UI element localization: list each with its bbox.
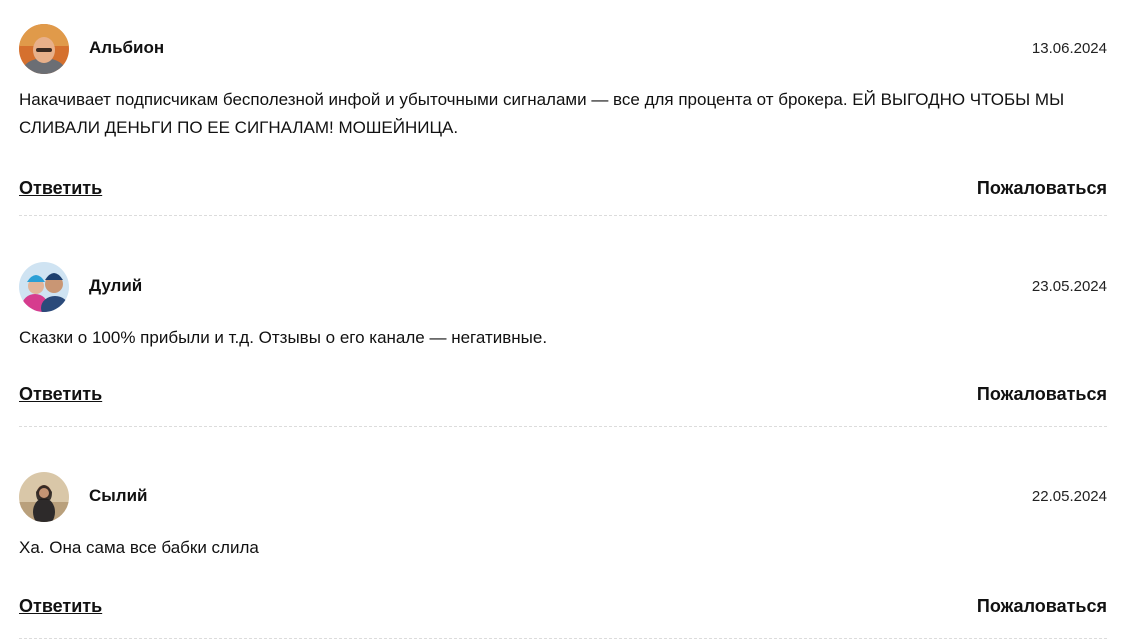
comment-actions: Ответить Пожаловаться <box>19 384 1107 408</box>
comment-actions: Ответить Пожаловаться <box>19 596 1107 620</box>
comment-header: Сылий 22.05.2024 <box>19 472 1107 522</box>
comment-divider <box>19 638 1107 639</box>
comment-text: Ха. Она сама все бабки слила <box>19 538 259 557</box>
comment-text: Сказки о 100% прибыли и т.д. Отзывы о ег… <box>19 328 548 347</box>
report-link[interactable]: Пожаловаться <box>977 178 1107 199</box>
comment-header: Дулий 23.05.2024 <box>19 262 1107 312</box>
comment-divider <box>19 215 1107 216</box>
comment-divider <box>19 426 1107 427</box>
comments-list: Альбион 13.06.2024 Накачивает подписчика… <box>0 0 1131 644</box>
comment-item: Альбион 13.06.2024 Накачивает подписчика… <box>19 24 1107 216</box>
report-link[interactable]: Пожаловаться <box>977 596 1107 617</box>
comment-item: Дулий 23.05.2024 Сказки о 100% прибыли и… <box>19 262 1107 427</box>
avatar <box>19 262 69 312</box>
comment-header: Альбион 13.06.2024 <box>19 24 1107 74</box>
comment-author: Дулий <box>89 276 143 295</box>
avatar <box>19 24 69 74</box>
comment-date: 22.05.2024 <box>1031 488 1107 505</box>
comment-date: 23.05.2024 <box>1031 278 1107 295</box>
reply-link[interactable]: Ответить <box>19 596 102 617</box>
comment-text: Накачивает подписчикам бесполезной инфой… <box>19 90 1065 137</box>
comment-author: Сылий <box>89 486 148 505</box>
comment-actions: Ответить Пожаловаться <box>19 178 1107 202</box>
comment-date: 13.06.2024 <box>1031 40 1107 57</box>
comment-author: Альбион <box>89 38 165 57</box>
report-link[interactable]: Пожаловаться <box>977 384 1107 405</box>
reply-link[interactable]: Ответить <box>19 178 102 199</box>
avatar <box>19 472 69 522</box>
comment-item: Сылий 22.05.2024 Ха. Она сама все бабки … <box>19 472 1107 639</box>
reply-link[interactable]: Ответить <box>19 384 102 405</box>
